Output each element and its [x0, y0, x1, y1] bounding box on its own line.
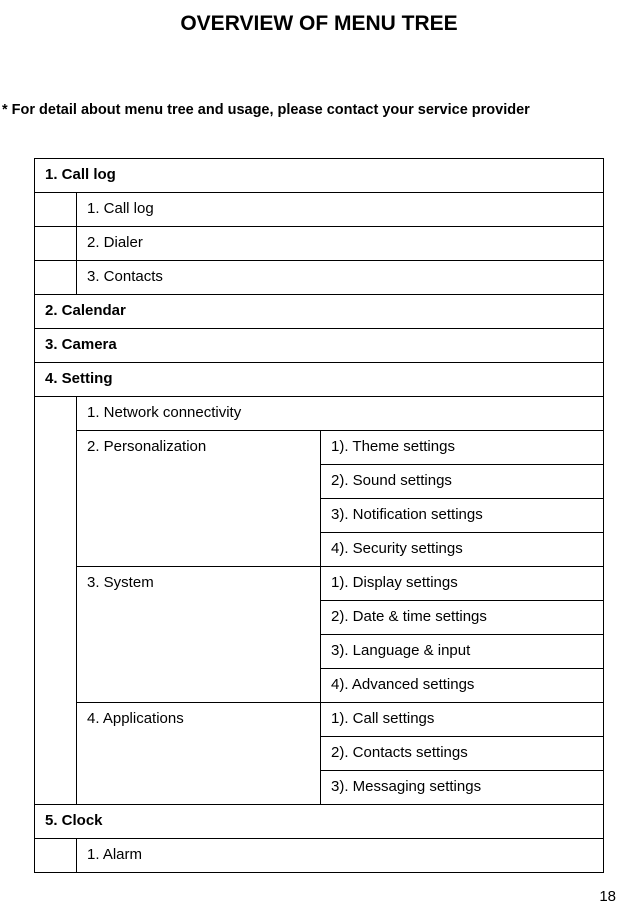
spacer [35, 397, 77, 805]
section-header: 4. Setting [35, 363, 604, 397]
menu-item: 1. Alarm [77, 839, 604, 873]
submenu-item: 3). Messaging settings [321, 771, 604, 805]
menu-item: 3. Contacts [77, 261, 604, 295]
menu-item: 2. Dialer [77, 227, 604, 261]
submenu-item: 3). Notification settings [321, 499, 604, 533]
spacer [35, 227, 77, 261]
submenu-item: 2). Contacts settings [321, 737, 604, 771]
menu-item: 2. Personalization [77, 431, 321, 567]
page-number: 18 [599, 888, 616, 905]
menu-item: 1. Network connectivity [77, 397, 604, 431]
spacer [35, 839, 77, 873]
spacer [35, 261, 77, 295]
submenu-item: 2). Sound settings [321, 465, 604, 499]
section-header: 1. Call log [35, 159, 604, 193]
menu-tree-table: 1. Call log 1. Call log 2. Dialer 3. Con… [34, 158, 604, 873]
submenu-item: 4). Advanced settings [321, 669, 604, 703]
page-title: OVERVIEW OF MENU TREE [0, 0, 638, 44]
submenu-item: 1). Theme settings [321, 431, 604, 465]
menu-item: 3. System [77, 567, 321, 703]
submenu-item: 1). Display settings [321, 567, 604, 601]
menu-item: 4. Applications [77, 703, 321, 805]
section-header: 3. Camera [35, 329, 604, 363]
section-header: 5. Clock [35, 805, 604, 839]
note-text: * For detail about menu tree and usage, … [0, 102, 638, 118]
submenu-item: 1). Call settings [321, 703, 604, 737]
submenu-item: 3). Language & input [321, 635, 604, 669]
submenu-item: 4). Security settings [321, 533, 604, 567]
menu-item: 1. Call log [77, 193, 604, 227]
spacer [35, 193, 77, 227]
section-header: 2. Calendar [35, 295, 604, 329]
submenu-item: 2). Date & time settings [321, 601, 604, 635]
